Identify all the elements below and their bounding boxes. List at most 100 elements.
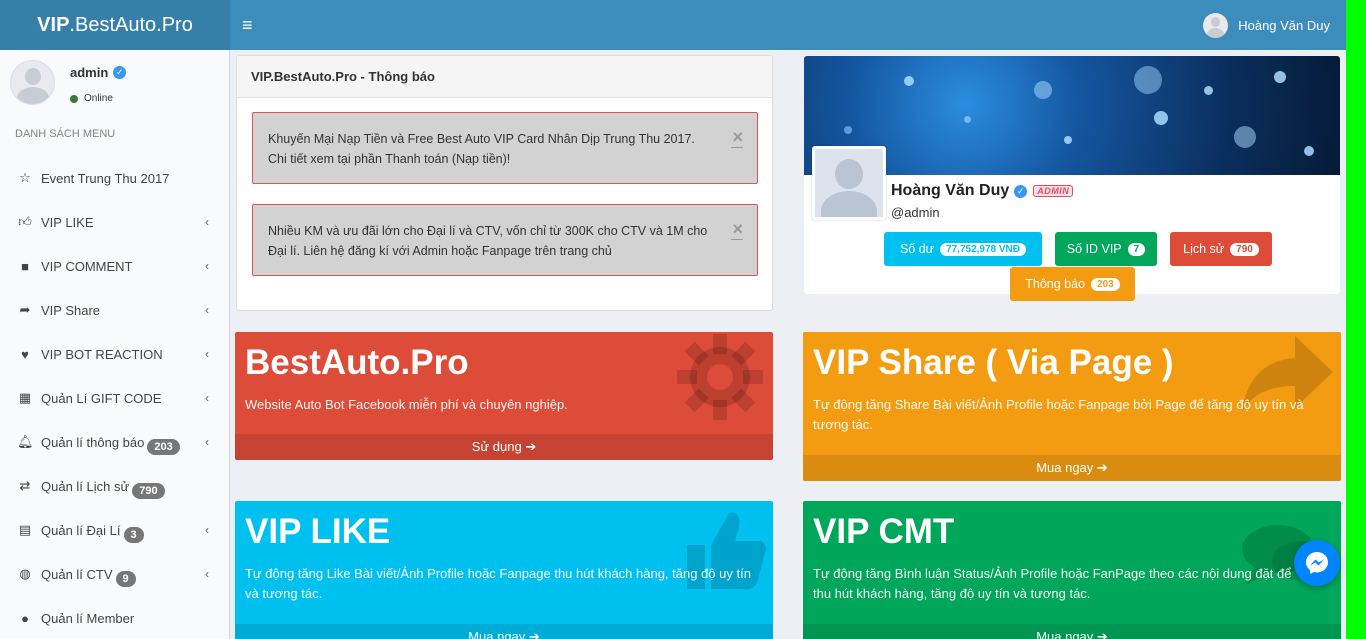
globe-icon: ◍ (19, 566, 31, 581)
notice-alert: Khuyến Mại Nạp Tiền và Free Best Auto VI… (252, 112, 758, 184)
history-button[interactable]: Lịch sử 790 (1170, 232, 1272, 266)
box-description: Tự động tăng Like Bài viết/Ảnh Profile h… (245, 566, 751, 601)
sidebar-item[interactable]: 🔔︎ Quản lí thông báo 203 ‹ (0, 420, 229, 464)
sidebar-item[interactable]: ▤ Quản lí Đại Lí 3 ‹ (0, 508, 229, 552)
button-label: Số ID VIP (1066, 242, 1122, 256)
sidebar-item-label: VIP BOT REACTION (41, 346, 163, 362)
feature-box-vip-cmt: VIP CMT Tự động tăng Bình luận Status/Ản… (803, 501, 1341, 639)
arrow-circle-right-icon: ➔ (528, 629, 540, 639)
star-icon: ☆ (19, 170, 31, 185)
count-badge: 9 (115, 571, 136, 587)
box-title: VIP LIKE (245, 512, 391, 551)
heart-icon: ♥ (21, 346, 29, 362)
chevron-left-icon: ‹ (205, 215, 209, 229)
box-title: VIP CMT (813, 512, 955, 551)
close-icon[interactable]: × (731, 128, 743, 148)
book-icon: ▤ (18, 522, 32, 537)
count-badge: 3 (123, 527, 144, 543)
sidebar-item[interactable]: ➦ VIP Share ‹ (0, 288, 229, 332)
sidebar-item[interactable]: ■ VIP COMMENT ‹ (0, 244, 229, 288)
box-title: BestAuto.Pro (245, 343, 469, 382)
gear-icon (677, 334, 763, 420)
footer-label: Mua ngay (1036, 460, 1094, 475)
menu-header: DANH SÁCH MENU (15, 128, 116, 140)
sidebar-item-label: Quản lí Member (41, 610, 135, 626)
feature-box-vip-like: VIP LIKE Tự động tăng Like Bài viết/Ảnh … (235, 501, 773, 639)
profile-handle: @admin (891, 205, 940, 220)
chevron-left-icon: ‹ (205, 567, 209, 581)
bell-icon: 🔔︎ (17, 434, 34, 449)
notice-panel-title: VIP.BestAuto.Pro - Thông báo (237, 56, 772, 98)
notice-panel: VIP.BestAuto.Pro - Thông báo Khuyến Mại … (236, 55, 773, 311)
close-icon[interactable]: × (731, 220, 743, 240)
profile-name: Hoàng Văn Duy ✓ ADMIN (891, 182, 1074, 200)
sidebar-item-label: Quản lí CTV (41, 566, 113, 582)
box-footer-link[interactable]: Mua ngay ➔ (235, 624, 773, 639)
notice-alert: Nhiều KM và ưu đãi lớn cho Đại lí và CTV… (252, 204, 758, 276)
navbar-user-menu[interactable]: Hoàng Văn Duy (1203, 12, 1330, 38)
brand-logo[interactable]: VIP.BestAuto.Pro (0, 0, 230, 50)
feature-box-bestauto: BestAuto.Pro Website Auto Bot Facebook m… (235, 332, 773, 460)
verified-icon: ✓ (1014, 184, 1028, 198)
chevron-left-icon: ‹ (205, 347, 209, 361)
box-description: Tự động tăng Share Bài viết/Ảnh Profile … (813, 397, 1304, 432)
box-title: VIP Share ( Via Page ) (813, 343, 1174, 382)
feature-box-vip-share: VIP Share ( Via Page ) Tự động tăng Shar… (803, 332, 1341, 481)
user-icon: ● (21, 610, 29, 626)
balance-badge: 77,752,978 VNĐ (940, 242, 1027, 256)
sidebar-item-label: VIP LIKE (41, 214, 94, 230)
sidebar-menu: ☆ Event Trung Thu 2017 👍︎ VIP LIKE ‹ ■ VIP COM… (0, 156, 229, 639)
sidebar-item[interactable]: ♥ VIP BOT REACTION ‹ (0, 332, 229, 376)
profile-name-text: Hoàng Văn Duy (891, 182, 1010, 199)
sidebar-item-label: Quản lí Lịch sử (41, 478, 130, 494)
box-footer-link[interactable]: Sử dụng ➔ (235, 434, 773, 460)
sidebar-item[interactable]: ▦ Quản Lí GIFT CODE ‹ (0, 376, 229, 420)
retweet-icon: ⇄ (19, 478, 31, 493)
sidebar: admin ✓ Online DANH SÁCH MENU ☆ Event Tru… (0, 50, 230, 639)
history-badge: 790 (1230, 242, 1259, 256)
arrow-circle-right-icon: ➔ (525, 439, 537, 454)
count-badge: 203 (147, 439, 180, 455)
button-label: Thông báo (1025, 277, 1086, 291)
user-name: admin (70, 65, 109, 80)
navbar-avatar (1203, 12, 1229, 38)
footer-label: Mua ngay (1036, 629, 1094, 639)
sidebar-item[interactable]: ◍ Quản lí CTV 9 ‹ (0, 552, 229, 596)
online-dot-icon (70, 94, 78, 103)
scrollbar[interactable] (1346, 0, 1366, 639)
sidebar-item[interactable]: 👍︎ VIP LIKE ‹ (0, 200, 229, 244)
footer-label: Sử dụng (471, 439, 522, 454)
balance-button[interactable]: Số dư 77,752,978 VNĐ (884, 232, 1042, 266)
share-icon: ➦ (19, 302, 31, 317)
sidebar-item-label: Event Trung Thu 2017 (41, 170, 170, 186)
brand-bold: VIP (37, 14, 70, 36)
arrow-circle-right-icon: ➔ (1096, 629, 1108, 639)
alert-text: Khuyến Mại Nạp Tiền và Free Best Auto VI… (268, 132, 695, 166)
alert-text: Nhiều KM và ưu đãi lớn cho Đại lí và CTV… (268, 224, 708, 258)
sidebar-item-label: Quản lí thông báo (41, 434, 145, 450)
arrow-circle-right-icon: ➔ (1096, 460, 1108, 475)
messenger-icon (1306, 552, 1328, 574)
status-text: Online (84, 93, 113, 104)
box-footer-link[interactable]: Mua ngay ➔ (803, 455, 1341, 481)
box-footer-link[interactable]: Mua ngay ➔ (803, 624, 1341, 639)
chevron-left-icon: ‹ (205, 303, 209, 317)
button-label: Số dư (899, 242, 935, 256)
admin-badge: ADMIN (1033, 185, 1074, 197)
gift-icon: ▦ (18, 390, 32, 405)
chevron-left-icon: ‹ (205, 523, 209, 537)
messenger-chat-button[interactable] (1294, 540, 1340, 586)
hamburger-menu-icon[interactable]: ≡ (242, 14, 260, 36)
notifications-button[interactable]: Thông báo 203 (1010, 267, 1135, 301)
box-description: Tự động tăng Bình luận Status/Ảnh Profil… (813, 566, 1292, 601)
sidebar-item[interactable]: ⇄ Quản lí Lịch sử 790 (0, 464, 229, 508)
box-description: Website Auto Bot Facebook miễn phí và ch… (245, 397, 568, 412)
sidebar-item[interactable]: ● Quản lí Member (0, 596, 229, 639)
vip-id-button[interactable]: Số ID VIP 7 (1055, 232, 1157, 266)
user-panel: admin ✓ Online (0, 50, 229, 116)
sidebar-item[interactable]: ☆ Event Trung Thu 2017 (0, 156, 229, 200)
profile-avatar (812, 146, 886, 220)
chevron-left-icon: ‹ (205, 259, 209, 273)
sidebar-item-label: Quản lí Đại Lí (41, 522, 121, 538)
user-panel-name: admin ✓ (70, 65, 127, 80)
